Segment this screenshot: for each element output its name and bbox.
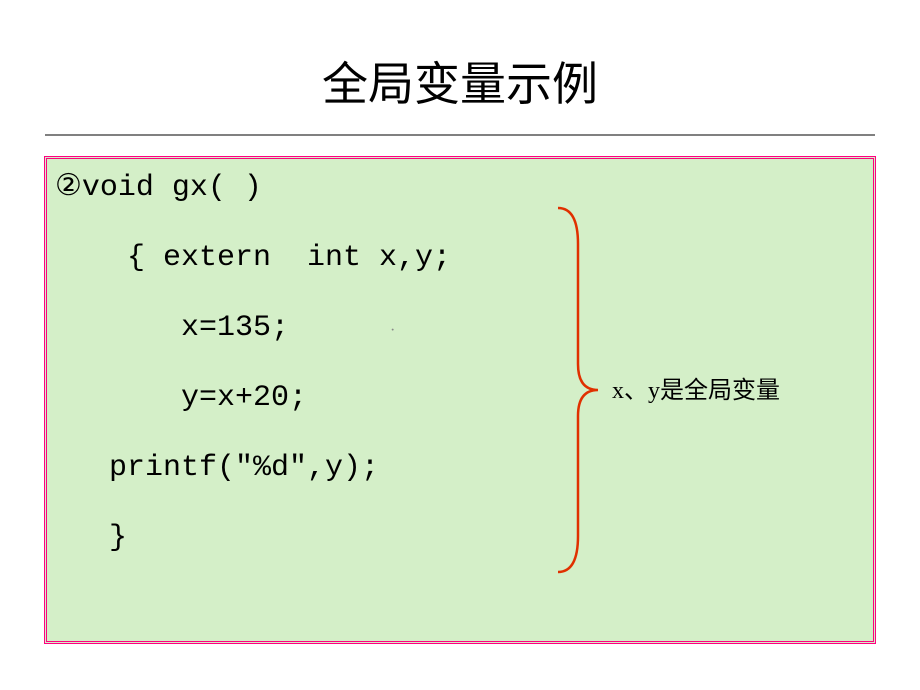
slide-title: 全局变量示例 bbox=[0, 0, 920, 126]
code-text-1: void gx( ) bbox=[82, 171, 262, 205]
code-line-2: { extern int x,y; bbox=[55, 243, 865, 273]
marker-2: ② bbox=[55, 171, 82, 201]
title-underline bbox=[45, 134, 875, 136]
code-line-5: printf("%d",y); bbox=[55, 453, 865, 483]
code-line-1: ②void gx( ) bbox=[55, 171, 865, 203]
dot-mark: · bbox=[390, 322, 395, 340]
code-line-3: x=135; bbox=[55, 313, 865, 343]
annotation-text: x、y是全局变量 bbox=[612, 370, 780, 405]
code-line-6: } bbox=[55, 523, 865, 553]
